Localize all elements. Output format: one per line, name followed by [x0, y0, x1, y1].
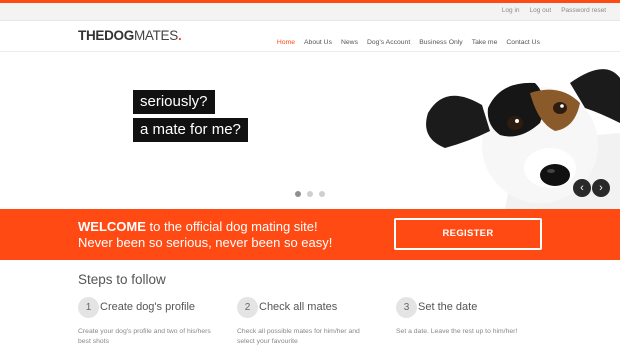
slider-prev-button[interactable]: ‹: [573, 179, 591, 197]
register-button[interactable]: REGISTER: [394, 218, 542, 250]
step-number: 1: [78, 297, 99, 318]
nav-item-take-me[interactable]: Take me: [472, 39, 498, 46]
welcome-line-1-rest: to the official dog mating site!: [145, 219, 318, 234]
welcome-line-2: Never been so serious, never been so eas…: [78, 235, 333, 250]
welcome-highlight: WELCOME: [78, 219, 146, 234]
steps-title: Steps to follow: [78, 272, 166, 287]
slider-dot-1[interactable]: [295, 191, 301, 197]
nav-item-home[interactable]: Home: [277, 39, 295, 46]
chevron-left-icon: ‹: [580, 182, 584, 194]
step-number: 3: [396, 297, 417, 318]
step-title: Check all mates: [259, 301, 338, 313]
logout-link[interactable]: Log out: [530, 7, 552, 14]
nav-item-contact-us[interactable]: Contact Us: [506, 39, 540, 46]
login-link[interactable]: Log in: [502, 7, 520, 14]
nav-item-about-us[interactable]: About Us: [304, 39, 332, 46]
logo-bold-text: THEDOG: [78, 28, 134, 43]
step-description: Set a date. Leave the rest up to him/her…: [396, 328, 518, 335]
site-logo[interactable]: THEDOGMATES.: [78, 28, 182, 43]
site-header: THEDOGMATES. Home About Us News Dog's Ac…: [0, 22, 620, 52]
nav-item-business-only[interactable]: Business Only: [419, 39, 462, 46]
account-links: Log in Log out Password reset: [502, 7, 606, 14]
slider-dot-3[interactable]: [319, 191, 325, 197]
hero-slider: seriously? a mate for me? ‹ ›: [0, 53, 620, 209]
main-nav: Home About Us News Dog's Account Busines…: [277, 39, 540, 46]
welcome-text: WELCOME to the official dog mating site!…: [78, 219, 332, 251]
password-reset-link[interactable]: Password reset: [561, 7, 606, 14]
nav-item-news[interactable]: News: [341, 39, 358, 46]
top-bar: Log in Log out Password reset: [0, 3, 620, 21]
welcome-banner: WELCOME to the official dog mating site!…: [0, 209, 620, 260]
step-number: 2: [237, 297, 258, 318]
step-description: Create your dog's profile and two of his…: [78, 328, 211, 345]
hero-line-2: a mate for me?: [133, 118, 248, 142]
step-description: Check all possible mates for him/her and…: [237, 328, 360, 345]
welcome-line-1: WELCOME to the official dog mating site!: [78, 219, 332, 235]
step-title: Set the date: [418, 301, 478, 313]
chevron-right-icon: ›: [599, 182, 603, 194]
logo-dot: .: [177, 28, 182, 43]
slider-next-button[interactable]: ›: [592, 179, 610, 197]
hero-line-1: seriously?: [133, 90, 215, 114]
slider-dot-2[interactable]: [307, 191, 313, 197]
nav-item-dogs-account[interactable]: Dog's Account: [367, 39, 410, 46]
slider-dots: [295, 191, 325, 197]
step-title: Create dog's profile: [100, 301, 196, 313]
logo-light-text: MATES: [133, 28, 178, 43]
